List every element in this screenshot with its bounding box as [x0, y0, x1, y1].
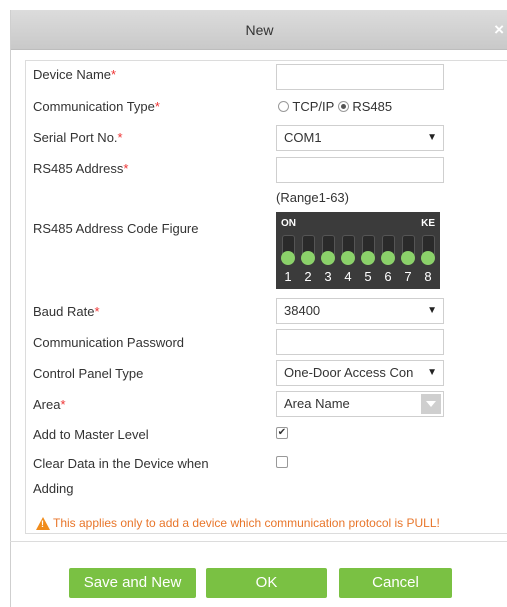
warning-triangle-icon: ! — [36, 517, 50, 530]
rs485-address-hint: (Range1-63) — [276, 190, 349, 205]
dip-switch-indicator — [401, 251, 415, 265]
dialog-titlebar[interactable]: New × — [11, 10, 507, 50]
baud-rate-label: Baud Rate* — [33, 304, 100, 319]
control-panel-type-select[interactable]: One-Door Access Con ▼ — [276, 360, 444, 386]
close-icon[interactable]: × — [494, 20, 504, 40]
dip-switch-number: 8 — [424, 269, 432, 284]
chevron-down-icon — [426, 401, 436, 407]
serial-port-select[interactable]: COM1 ▼ — [276, 125, 444, 151]
dip-switch-indicator — [281, 251, 295, 265]
save-and-new-button[interactable]: Save and New — [69, 568, 196, 598]
dip-switch-indicator — [301, 251, 315, 265]
comm-password-input[interactable] — [276, 329, 444, 355]
dip-switch-indicator — [421, 251, 435, 265]
clear-data-label-line2: Adding — [33, 481, 74, 496]
checkmark-icon: ✔ — [277, 427, 287, 438]
clear-data-label-line1: Clear Data in the Device when — [33, 456, 209, 471]
dip-switch-indicator — [361, 251, 375, 265]
cancel-button[interactable]: Cancel — [339, 568, 452, 598]
baud-rate-value: 38400 — [284, 303, 321, 318]
dip-switch-number: 2 — [304, 269, 312, 284]
dip-switch-number: 7 — [404, 269, 412, 284]
area-value: Area Name — [284, 396, 350, 411]
add-to-master-level-label: Add to Master Level — [33, 427, 149, 442]
address-code-figure-label: RS485 Address Code Figure — [33, 221, 199, 236]
chevron-down-icon: ▼ — [427, 367, 437, 378]
clear-data-checkbox[interactable] — [276, 456, 288, 468]
device-name-label: Device Name* — [33, 67, 117, 82]
control-panel-type-label: Control Panel Type — [33, 366, 144, 381]
dip-switch-number: 3 — [324, 269, 332, 284]
dip-switch-indicator — [321, 251, 335, 265]
chevron-down-icon: ▼ — [427, 132, 437, 143]
control-panel-type-value: One-Door Access Con — [284, 365, 414, 380]
rs485-radio-label: RS485 — [352, 99, 393, 114]
comm-password-label: Communication Password — [33, 335, 185, 350]
communication-type-radio-group: TCP/IP RS485 — [278, 99, 392, 114]
tcpip-radio[interactable] — [278, 101, 289, 112]
dip-switch-indicator — [341, 251, 355, 265]
dip-switch-number: 5 — [364, 269, 372, 284]
dip-switch-number: 1 — [284, 269, 292, 284]
serial-port-label: Serial Port No.* — [33, 130, 123, 145]
serial-port-value: COM1 — [284, 130, 322, 145]
device-name-input[interactable] — [276, 64, 444, 90]
warning-text: This applies only to add a device which … — [53, 516, 440, 530]
rs485-address-label: RS485 Address* — [33, 161, 129, 176]
rs485-address-input[interactable] — [276, 157, 444, 183]
chevron-down-icon: ▼ — [427, 305, 437, 316]
ok-button[interactable]: OK — [206, 568, 327, 598]
tcpip-radio-label: TCP/IP — [292, 99, 335, 114]
dialog-title: New — [245, 22, 274, 38]
communication-type-label: Communication Type* — [33, 99, 160, 114]
area-select[interactable]: Area Name — [276, 391, 444, 417]
dip-switch-figure: ON KE 12345678 — [276, 212, 440, 289]
area-label: Area* — [33, 397, 66, 412]
dip-switch-indicator — [381, 251, 395, 265]
add-to-master-level-checkbox[interactable]: ✔ — [276, 427, 288, 439]
area-dropdown-button[interactable] — [421, 394, 441, 414]
dip-ke-label: KE — [421, 218, 435, 229]
dip-switch-number: 4 — [344, 269, 352, 284]
dip-switch-number: 6 — [384, 269, 392, 284]
rs485-radio[interactable] — [337, 101, 349, 112]
baud-rate-select[interactable]: 38400 ▼ — [276, 298, 444, 324]
dip-on-label: ON — [281, 218, 296, 229]
